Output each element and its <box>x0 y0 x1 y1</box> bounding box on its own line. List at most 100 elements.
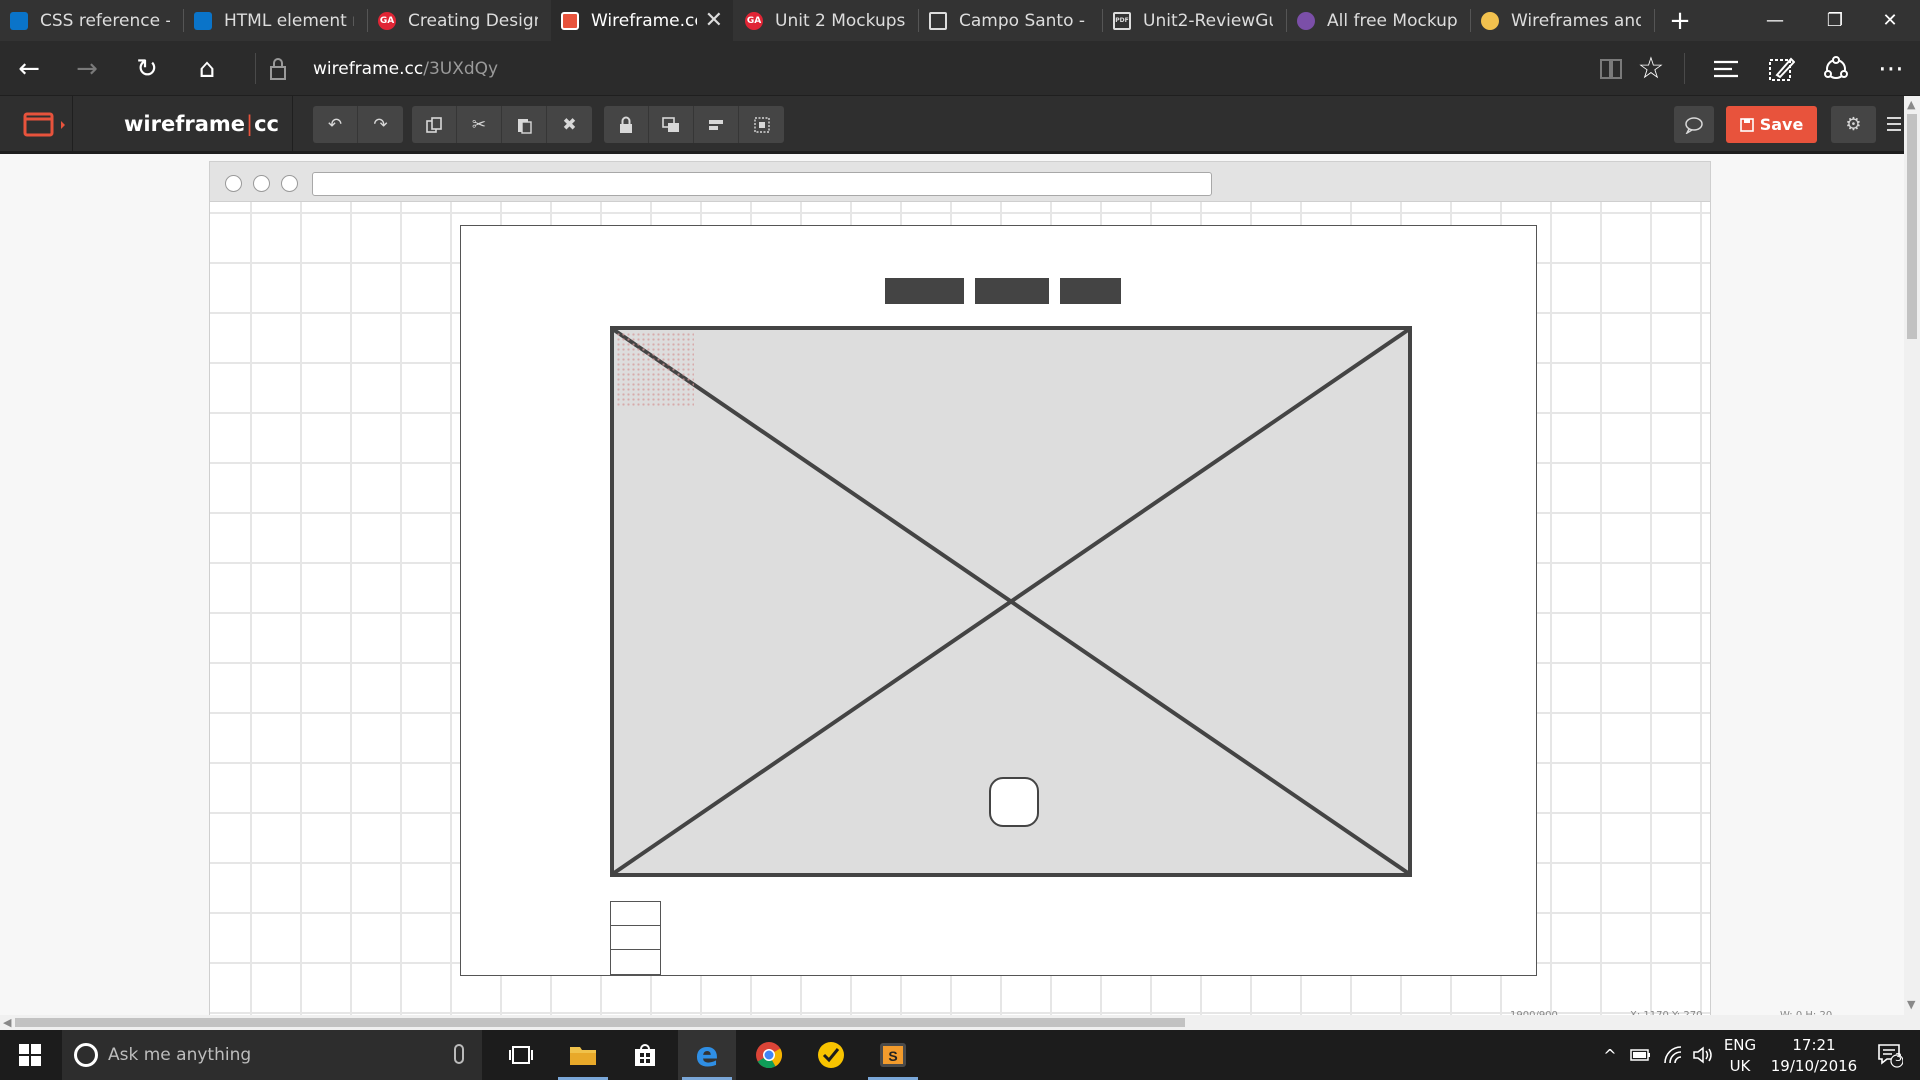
menu-toggle-icon[interactable] <box>20 110 72 140</box>
close-window-button[interactable]: ✕ <box>1860 0 1920 41</box>
wifi-icon[interactable] <box>1660 1030 1688 1080</box>
mockup-titlebar <box>210 162 1710 202</box>
refresh-button[interactable]: ↻ <box>118 41 176 96</box>
lock-icon <box>268 57 288 81</box>
list-item-placeholder <box>611 950 660 974</box>
store-icon[interactable] <box>616 1030 674 1080</box>
address-separator <box>1684 53 1685 84</box>
browser-tab-active[interactable]: Wireframe.cc - ✕ <box>551 0 733 41</box>
paste-icon[interactable] <box>502 106 547 143</box>
chrome-icon[interactable] <box>740 1030 798 1080</box>
volume-icon[interactable] <box>1690 1030 1716 1080</box>
edit-tool-group: ✂ ✖ <box>412 106 592 143</box>
show-hidden-icons-button[interactable]: ^ <box>1598 1030 1622 1080</box>
sublime-text-icon[interactable]: S <box>864 1030 922 1080</box>
align-icon[interactable] <box>694 106 739 143</box>
edge-browser-icon[interactable]: e <box>678 1030 736 1080</box>
copy-icon[interactable] <box>412 106 457 143</box>
undo-icon[interactable]: ↶ <box>313 106 358 143</box>
language-code: ENG <box>1723 1036 1757 1054</box>
list-item-placeholder <box>611 926 660 950</box>
restore-button[interactable]: ❐ <box>1805 0 1865 41</box>
notification-count-badge: 3 <box>1895 1051 1902 1064</box>
browser-tab[interactable]: HTML element reference <box>184 0 366 41</box>
wireframe-app-toolbar: wireframe | cc ↶ ↷ ✂ ✖ Save ⚙ <box>0 96 1920 154</box>
norton-icon[interactable] <box>802 1030 860 1080</box>
nav-link-placeholder[interactable] <box>885 278 964 304</box>
floppy-disk-icon <box>1739 117 1754 132</box>
brand-text: cc <box>254 111 279 136</box>
delete-icon[interactable]: ✖ <box>547 106 592 143</box>
browser-tab[interactable]: All free Mockups | Mockups <box>1287 0 1469 41</box>
battery-icon[interactable] <box>1628 1030 1654 1080</box>
comment-button[interactable] <box>1674 106 1714 143</box>
mockup-window-dot <box>281 175 298 192</box>
scroll-up-icon[interactable]: ▲ <box>1907 98 1915 111</box>
wireframe-favicon-icon <box>561 11 579 30</box>
hamburger-menu-icon[interactable] <box>1884 114 1904 134</box>
windows-taskbar: Ask me anything e S ^ ENG UK 17:21 19/10… <box>0 1030 1920 1080</box>
action-center-button[interactable]: 3 <box>1870 1030 1910 1080</box>
forward-button[interactable]: → <box>58 41 116 96</box>
vertical-scroll-thumb[interactable] <box>1907 114 1917 339</box>
home-button[interactable]: ⌂ <box>178 41 236 96</box>
new-tab-button[interactable]: + <box>1655 0 1705 41</box>
microphone-icon[interactable] <box>454 1044 464 1064</box>
browser-tab[interactable]: Wireframes and Mockups <box>1471 0 1653 41</box>
bring-front-icon[interactable] <box>649 106 694 143</box>
cortana-search-box[interactable]: Ask me anything <box>62 1030 482 1080</box>
reading-view-icon[interactable] <box>1598 56 1624 82</box>
address-separator <box>255 53 256 84</box>
tab-close-icon[interactable]: ✕ <box>705 8 723 33</box>
mockup-url-field <box>312 172 1212 196</box>
browser-tab[interactable]: PDF Unit2-ReviewGuide.pdf <box>1103 0 1285 41</box>
app-logo: wireframe | cc <box>124 96 279 151</box>
hub-icon[interactable] <box>1712 57 1740 81</box>
task-view-icon[interactable] <box>492 1030 550 1080</box>
windows-start-button[interactable] <box>0 1030 60 1080</box>
lock-icon[interactable] <box>604 106 649 143</box>
scroll-down-icon[interactable]: ▼ <box>1907 998 1915 1011</box>
tab-title: Wireframes and Mockups <box>1511 10 1641 31</box>
language-region: UK <box>1729 1057 1751 1075</box>
vertical-scrollbar[interactable]: ▲ ▼ <box>1904 96 1920 1015</box>
favorite-star-icon[interactable]: ☆ <box>1622 41 1680 96</box>
page-favicon-icon <box>929 11 947 30</box>
more-options-icon[interactable]: ⋯ <box>1862 41 1920 96</box>
tab-title: Wireframe.cc - <box>591 10 697 31</box>
file-explorer-icon[interactable] <box>554 1030 612 1080</box>
nav-link-placeholder[interactable] <box>975 278 1049 304</box>
browser-tab[interactable]: GA Unit 2 Mockups | General Assembly <box>735 0 917 41</box>
minimize-button[interactable]: — <box>1745 0 1805 41</box>
nav-link-placeholder[interactable] <box>1060 278 1121 304</box>
redo-icon[interactable]: ↷ <box>358 106 403 143</box>
screen: CSS reference - CSS | MDN HTML element r… <box>0 0 1920 1080</box>
mockup-window-dot <box>225 175 242 192</box>
search-placeholder: Ask me anything <box>108 1045 252 1065</box>
scroll-left-icon[interactable]: ◀ <box>3 1016 11 1029</box>
save-label: Save <box>1759 115 1804 134</box>
hero-button-placeholder[interactable] <box>989 777 1039 827</box>
back-button[interactable]: ← <box>0 41 58 96</box>
settings-gears-icon[interactable]: ⚙ <box>1831 106 1876 143</box>
input-language-indicator[interactable]: ENG UK <box>1722 1035 1758 1077</box>
browser-tab[interactable]: Campo Santo - Firewatch <box>919 0 1101 41</box>
tab-title: CSS reference - CSS | MDN <box>40 10 170 31</box>
list-placeholder[interactable] <box>610 901 661 975</box>
url-path: /3UXdQy <box>423 58 499 79</box>
web-note-icon[interactable] <box>1767 55 1796 83</box>
browser-tab[interactable]: CSS reference - CSS | MDN <box>0 0 182 41</box>
save-button[interactable]: Save <box>1726 106 1817 143</box>
share-icon[interactable] <box>1822 55 1850 83</box>
browser-tab[interactable]: GA Creating Design Mockups <box>368 0 550 41</box>
general-assembly-favicon-icon: GA <box>745 11 763 30</box>
url-field[interactable]: wireframe.cc/3UXdQy <box>313 41 498 96</box>
cut-icon[interactable]: ✂ <box>457 106 502 143</box>
hero-image-placeholder[interactable] <box>610 326 1412 877</box>
tab-title: All free Mockups | Mockups <box>1327 10 1457 31</box>
horizontal-scrollbar[interactable]: ◀ <box>0 1015 1920 1030</box>
lightbulb-favicon-icon <box>1481 11 1499 30</box>
group-icon[interactable] <box>739 106 784 143</box>
horizontal-scroll-thumb[interactable] <box>15 1018 1185 1027</box>
clock[interactable]: 17:21 19/10/2016 <box>1764 1035 1864 1077</box>
